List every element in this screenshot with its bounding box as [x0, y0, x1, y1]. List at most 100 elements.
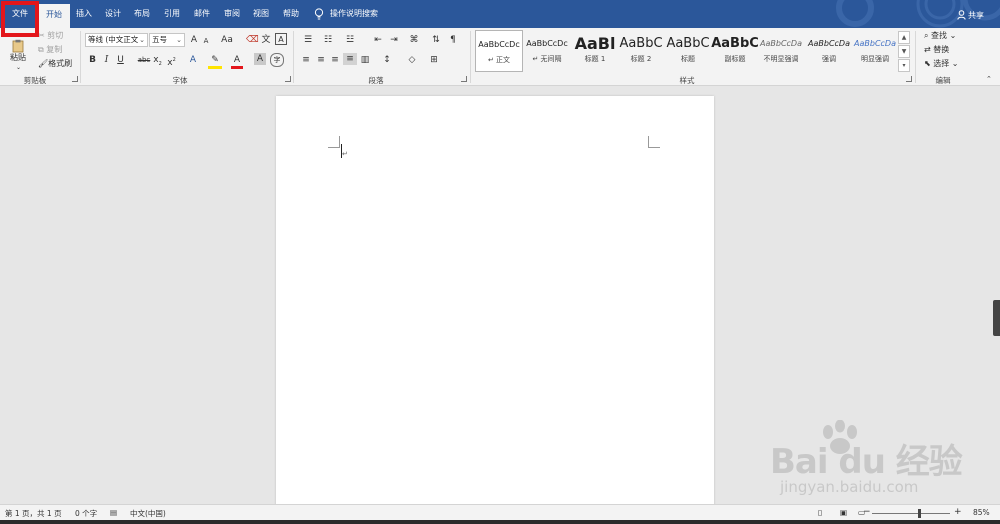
cut-button[interactable]: ✂ 剪切 [38, 30, 63, 42]
ribbon-tab-bar: 文件 开始 插入 设计 布局 引用 邮件 审阅 视图 帮助 操作说明搜索 共享 [0, 0, 1000, 28]
sort-icon[interactable]: ⇅ [430, 34, 442, 46]
italic-button[interactable]: I [102, 54, 111, 66]
share-button[interactable]: 共享 [957, 10, 984, 22]
group-divider [915, 31, 916, 83]
subscript-button[interactable]: x2 [153, 54, 162, 70]
bold-button[interactable]: B [88, 54, 97, 66]
line-spacing-icon[interactable]: ↕ [380, 54, 394, 66]
style-title[interactable]: AaBbC 标题 [664, 30, 712, 72]
collapse-ribbon-icon[interactable]: ⌃ [986, 73, 992, 85]
zoom-in-button[interactable]: + [954, 507, 962, 517]
font-size-select[interactable]: 五号 ⌄ [149, 33, 185, 47]
copy-button[interactable]: ⧉ 复制 [38, 44, 62, 56]
replace-button[interactable]: ⇄ 替换 [924, 44, 949, 56]
paste-icon[interactable] [11, 39, 25, 53]
zoom-level[interactable]: 85% [973, 508, 990, 517]
style-intense-emphasis[interactable]: AaBbCcDa 明显强调 [851, 30, 899, 72]
style-no-spacing[interactable]: AaBbCcDc ↵ 无间隔 [523, 30, 571, 72]
tab-layout[interactable]: 布局 [128, 0, 156, 28]
style-sample: AaBbCcDc [526, 39, 568, 48]
paragraph-launcher-icon[interactable] [461, 76, 467, 82]
clipboard-launcher-icon[interactable] [72, 76, 78, 82]
zoom-slider-thumb[interactable] [917, 509, 921, 518]
align-center-icon[interactable]: ≡ [315, 54, 327, 66]
search-icon: ⌕ [924, 31, 929, 40]
tab-review[interactable]: 审阅 [218, 0, 246, 28]
shading-icon[interactable]: ◇ [404, 54, 420, 66]
tab-insert[interactable]: 插入 [70, 0, 98, 28]
underline-button[interactable]: U [116, 54, 125, 66]
tab-mailings[interactable]: 邮件 [188, 0, 216, 28]
tab-home[interactable]: 开始 [38, 4, 70, 28]
show-marks-icon[interactable]: ¶ [447, 34, 459, 46]
zoom-slider[interactable] [872, 513, 950, 514]
character-shading-icon[interactable]: A [254, 53, 266, 65]
format-painter-button[interactable]: 🖌格式刷 [38, 58, 72, 70]
strikethrough-button[interactable]: abc [137, 54, 151, 66]
increase-indent-icon[interactable]: ⇥ [388, 34, 400, 46]
distributed-icon[interactable]: ▥ [359, 54, 371, 66]
style-heading-1[interactable]: AaBl 标题 1 [571, 30, 619, 72]
style-sample: AaBbCcDa [854, 39, 896, 48]
tab-help[interactable]: 帮助 [277, 0, 305, 28]
select-button[interactable]: ⬉ 选择 ⌄ [924, 58, 959, 70]
watermark-url: jingyan.baidu.com [780, 478, 919, 496]
numbering-icon[interactable]: ☷ [320, 34, 336, 46]
style-name: 标题 1 [584, 55, 606, 63]
enclose-characters-icon[interactable]: 字 [270, 53, 284, 67]
change-case-button[interactable]: Aa [219, 34, 235, 46]
decrease-indent-icon[interactable]: ⇤ [372, 34, 384, 46]
lightbulb-icon [314, 8, 324, 20]
style-emphasis[interactable]: AaBbCcDa 强调 [805, 30, 853, 72]
word-count[interactable]: 0 个字 [75, 508, 97, 519]
format-painter-label: 格式刷 [48, 59, 73, 68]
clear-formatting-icon[interactable]: ⌫ [246, 34, 259, 46]
font-launcher-icon[interactable] [285, 76, 291, 82]
paragraph-group-label: 段落 [368, 76, 384, 85]
gallery-more-icon[interactable]: ▾ [898, 59, 910, 72]
style-heading-2[interactable]: AaBbC 标题 2 [617, 30, 665, 72]
borders-icon[interactable]: ⊞ [426, 54, 442, 66]
zoom-out-button[interactable]: − [863, 507, 871, 517]
style-normal[interactable]: AaBbCcDc ↵ 正文 [475, 30, 523, 72]
bullets-icon[interactable]: ☰ [300, 34, 316, 46]
highlight-color-icon[interactable]: ✎ [208, 54, 222, 69]
top-right-margin-mark [648, 136, 660, 148]
phonetic-guide-icon[interactable]: 文 [260, 34, 272, 46]
language-indicator[interactable]: 中文(中国) [130, 508, 166, 519]
paste-dropdown-icon[interactable]: ⌄ [16, 62, 21, 74]
tab-references[interactable]: 引用 [158, 0, 186, 28]
page-count[interactable]: 第 1 页，共 1 页 [5, 508, 62, 519]
styles-launcher-icon[interactable] [906, 76, 912, 82]
paragraph-mark-icon: ↵ [342, 150, 348, 158]
scroll-up-icon[interactable]: ▲ [898, 31, 910, 44]
proofing-icon[interactable]: ▤ [110, 508, 117, 517]
align-left-icon[interactable]: ≡ [300, 54, 312, 66]
person-icon [957, 10, 966, 20]
find-button[interactable]: ⌕ 查找 ⌄ [924, 30, 956, 42]
justify-icon[interactable]: ≡ [343, 53, 357, 65]
tab-design[interactable]: 设计 [99, 0, 127, 28]
character-border-icon[interactable]: A [275, 33, 287, 45]
align-right-icon[interactable]: ≡ [329, 54, 341, 66]
text-effects-icon[interactable]: A [186, 54, 200, 66]
superscript-button[interactable]: x2 [167, 54, 176, 69]
scroll-down-icon[interactable]: ▼ [898, 45, 910, 58]
multilevel-list-icon[interactable]: ☳ [342, 34, 358, 46]
side-panel-handle[interactable] [993, 300, 1000, 336]
font-family-select[interactable]: 等线 (中文正文 ⌄ [85, 33, 148, 47]
style-name: 不明显强调 [763, 55, 799, 63]
print-layout-icon[interactable]: ▣ [840, 508, 847, 517]
tab-view[interactable]: 视图 [247, 0, 275, 28]
shrink-font-button[interactable]: A [201, 35, 211, 47]
chinese-layout-icon[interactable]: ⌘ [406, 34, 422, 46]
read-mode-icon[interactable]: ▯ [818, 508, 822, 517]
select-cursor-icon: ⬉ [924, 59, 931, 68]
style-subtitle[interactable]: AaBbC 副标题 [711, 30, 759, 72]
tell-me-search[interactable]: 操作说明搜索 [330, 0, 382, 28]
styles-group-label: 样式 [679, 76, 695, 85]
font-color-icon[interactable]: A [231, 54, 243, 69]
style-name: 副标题 [724, 55, 746, 63]
grow-font-button[interactable]: A [188, 34, 200, 46]
style-subtle-emphasis[interactable]: AaBbCcDa 不明显强调 [757, 30, 805, 72]
